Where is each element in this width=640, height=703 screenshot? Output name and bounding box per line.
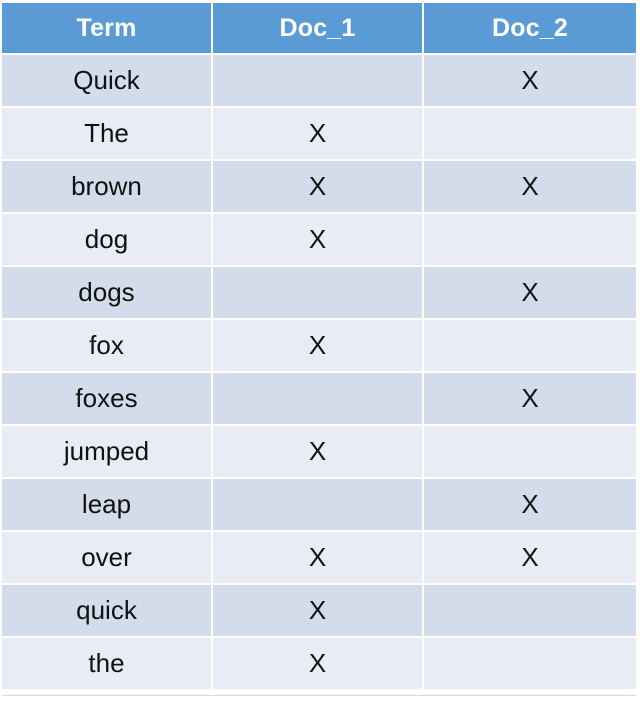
cell-doc-1 <box>213 267 424 320</box>
cell-doc-1: X <box>213 108 424 161</box>
table-row: leap X <box>2 479 636 532</box>
cell-term: over <box>2 532 213 585</box>
cell-term: The <box>2 108 213 161</box>
cell-doc-2 <box>424 585 636 638</box>
cell-doc-2 <box>424 638 636 689</box>
cell-doc-1: X <box>213 585 424 638</box>
column-header-doc-2[interactable]: Doc_2 <box>424 3 636 55</box>
table-body: Quick X The Xbrown X Xdog Xdogs Xfox Xfoxes Xjump… <box>2 55 636 689</box>
cell-doc-1: X <box>213 532 424 585</box>
term-document-matrix-table: Term Doc_1 Doc_2 Quick X The Xbrown X Xdog Xdo… <box>2 3 636 689</box>
table-row: The X <box>2 108 636 161</box>
table-row: jumped X <box>2 426 636 479</box>
table-row: brown X X <box>2 161 636 214</box>
cell-doc-2 <box>424 320 636 373</box>
cell-doc-2 <box>424 108 636 161</box>
table-container: Term Doc_1 Doc_2 Quick X The Xbrown X Xdog Xdo… <box>0 0 640 703</box>
cell-doc-1 <box>213 373 424 426</box>
column-header-doc-1[interactable]: Doc_1 <box>213 3 424 55</box>
cell-term: the <box>2 638 213 689</box>
cell-term: dog <box>2 214 213 267</box>
bottom-divider <box>2 695 636 696</box>
cell-term: fox <box>2 320 213 373</box>
cell-doc-1: X <box>213 161 424 214</box>
column-header-term[interactable]: Term <box>2 3 213 55</box>
table-row: Quick X <box>2 55 636 108</box>
table-row: dog X <box>2 214 636 267</box>
table-header: Term Doc_1 Doc_2 <box>2 3 636 55</box>
cell-term: foxes <box>2 373 213 426</box>
cell-term: brown <box>2 161 213 214</box>
cell-term: quick <box>2 585 213 638</box>
table-row: the X <box>2 638 636 689</box>
table-row: foxes X <box>2 373 636 426</box>
cell-doc-2: X <box>424 532 636 585</box>
cell-doc-1 <box>213 479 424 532</box>
cell-term: leap <box>2 479 213 532</box>
cell-term: Quick <box>2 55 213 108</box>
cell-doc-2 <box>424 426 636 479</box>
cell-term: jumped <box>2 426 213 479</box>
cell-doc-1: X <box>213 638 424 689</box>
cell-doc-1: X <box>213 426 424 479</box>
table-row: dogs X <box>2 267 636 320</box>
cell-doc-2: X <box>424 479 636 532</box>
header-row: Term Doc_1 Doc_2 <box>2 3 636 55</box>
cell-doc-1: X <box>213 320 424 373</box>
table-row: quick X <box>2 585 636 638</box>
cell-doc-2: X <box>424 373 636 426</box>
cell-doc-2: X <box>424 267 636 320</box>
cell-doc-1: X <box>213 214 424 267</box>
cell-term: dogs <box>2 267 213 320</box>
cell-doc-2 <box>424 214 636 267</box>
cell-doc-2: X <box>424 55 636 108</box>
table-row: over X X <box>2 532 636 585</box>
cell-doc-1 <box>213 55 424 108</box>
cell-doc-2: X <box>424 161 636 214</box>
table-row: fox X <box>2 320 636 373</box>
